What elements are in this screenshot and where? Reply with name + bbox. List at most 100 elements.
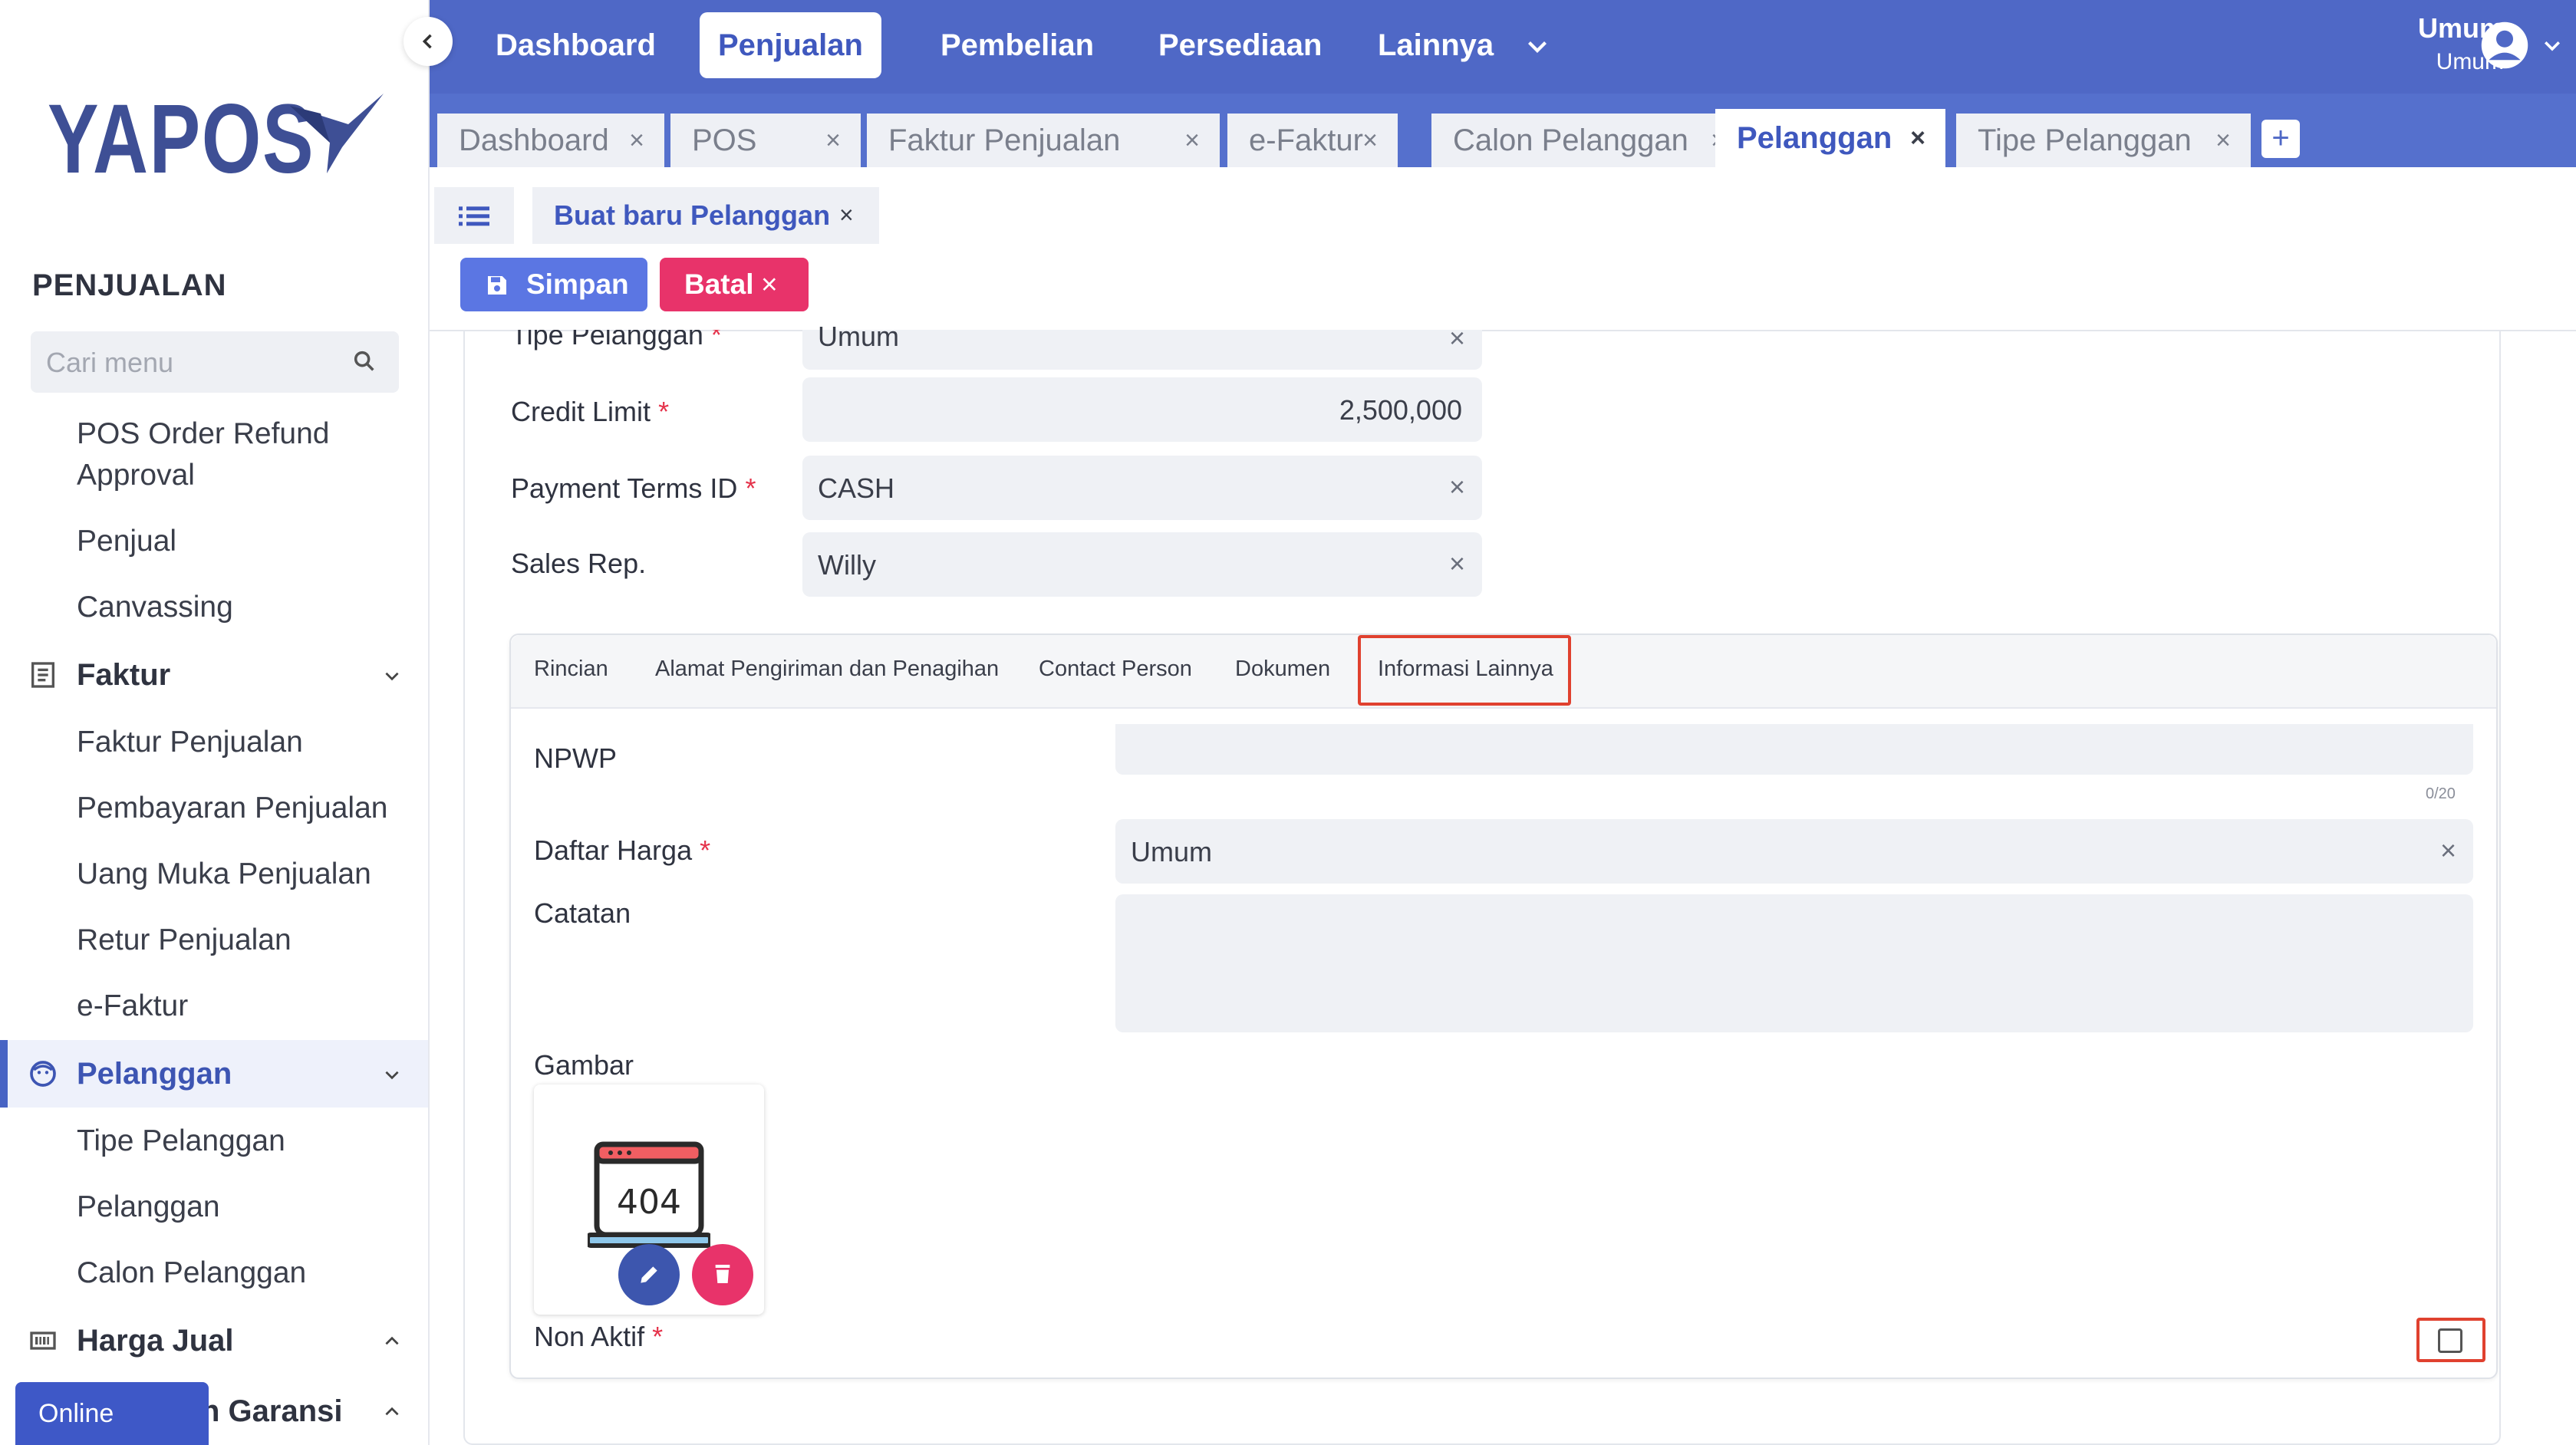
tab-tipe-pelanggan[interactable]: Tipe Pelanggan ×: [1956, 114, 2251, 167]
online-status-label: Online: [38, 1399, 114, 1428]
payment-terms-value: CASH: [818, 472, 895, 504]
collapse-sidebar-button[interactable]: [404, 17, 453, 66]
tab-label: Calon Pelanggan: [1453, 123, 1688, 157]
add-tab-button[interactable]: +: [2261, 120, 2300, 158]
receipt-icon: [31, 662, 54, 688]
detail-tabs: Rincian Alamat Pengiriman dan Penagihan …: [511, 635, 2496, 709]
close-icon[interactable]: ×: [2215, 114, 2231, 167]
tab-e-faktur[interactable]: e-Faktur ×: [1227, 114, 1398, 167]
catatan-textarea[interactable]: [1115, 894, 2473, 1032]
close-icon[interactable]: ×: [1910, 109, 1925, 167]
topnav-dashboard[interactable]: Dashboard: [477, 12, 674, 78]
topnav-lainnya[interactable]: Lainnya: [1359, 12, 1512, 78]
sidebar-group-label: Harga Jual: [77, 1324, 234, 1358]
list-icon: [459, 206, 489, 226]
chevron-down-icon: [385, 672, 399, 681]
sidebar-item-e-faktur[interactable]: e-Faktur: [77, 989, 414, 1023]
tab-calon-pelanggan[interactable]: Calon Pelanggan×: [1431, 114, 1746, 167]
tab-pos[interactable]: POS ×: [670, 114, 861, 167]
tab-dokumen[interactable]: Dokumen: [1235, 657, 1330, 682]
subtab-label: Buat baru Pelanggan: [554, 199, 831, 231]
sidebar-group-faktur[interactable]: Faktur: [0, 641, 428, 709]
topnav-penjualan[interactable]: Penjualan: [700, 12, 881, 78]
chevron-down-icon[interactable]: [1524, 32, 1551, 60]
search-icon: [354, 351, 374, 371]
tab-label: Dashboard: [459, 123, 609, 157]
clear-icon[interactable]: ×: [1449, 548, 1465, 580]
sidebar-item-canvassing[interactable]: Canvassing: [77, 591, 414, 624]
sidebar-search-input[interactable]: Cari menu: [31, 331, 399, 393]
delete-image-button[interactable]: [692, 1244, 753, 1305]
chevron-down-icon: [385, 1071, 399, 1080]
list-view-button[interactable]: [434, 187, 514, 244]
sidebar-item-faktur-penjualan[interactable]: Faktur Penjualan: [77, 726, 414, 759]
detail-tabs-panel: Rincian Alamat Pengiriman dan Penagihan …: [509, 634, 2498, 1379]
tab-label: Tipe Pelanggan: [1978, 123, 2192, 157]
tab-pelanggan[interactable]: Pelanggan ×: [1715, 109, 1945, 167]
active-tab-highlight: [1358, 635, 1571, 706]
tab-dashboard[interactable]: Dashboard ×: [437, 114, 664, 167]
non-aktif-checkbox-highlight[interactable]: [2416, 1318, 2485, 1362]
close-icon[interactable]: ×: [825, 114, 841, 167]
sales-rep-select[interactable]: Willy ×: [802, 532, 1482, 597]
sidebar-item-tipe-pelanggan[interactable]: Tipe Pelanggan: [77, 1124, 414, 1158]
online-status-badge[interactable]: Online: [15, 1382, 209, 1445]
tab-faktur-penjualan[interactable]: Faktur Penjualan ×: [867, 114, 1220, 167]
sidebar-item-retur-penjualan[interactable]: Retur Penjualan: [77, 923, 414, 957]
daftar-harga-label: Daftar Harga *: [534, 834, 711, 866]
user-avatar-icon[interactable]: [2479, 20, 2530, 71]
tab-label: POS: [692, 123, 757, 157]
tab-label: Pelanggan: [1737, 121, 1892, 155]
daftar-harga-value: Umum: [1131, 836, 1212, 867]
close-icon[interactable]: ×: [1184, 114, 1200, 167]
save-button[interactable]: Simpan: [460, 258, 647, 311]
chevron-down-icon[interactable]: [2541, 34, 2564, 57]
sidebar-item-pelanggan[interactable]: Pelanggan: [77, 1190, 414, 1224]
bird-logo-icon: [290, 94, 384, 173]
clear-icon[interactable]: ×: [1449, 322, 1465, 354]
sidebar-item-approval[interactable]: Approval: [77, 459, 414, 492]
close-icon[interactable]: ×: [1362, 114, 1378, 167]
topnav-pembelian[interactable]: Pembelian: [922, 12, 1112, 78]
clear-icon[interactable]: ×: [2440, 834, 2456, 867]
tab-alamat[interactable]: Alamat Pengiriman dan Penagihan: [655, 657, 999, 682]
clear-icon[interactable]: ×: [1449, 471, 1465, 503]
payment-terms-label: Payment Terms ID *: [511, 472, 756, 504]
non-aktif-checkbox[interactable]: [2438, 1328, 2462, 1353]
npwp-input[interactable]: [1115, 724, 2473, 775]
edit-image-button[interactable]: [618, 1244, 680, 1305]
image-upload-box[interactable]: 404: [534, 1085, 764, 1315]
pencil-icon: [641, 1266, 657, 1283]
credit-limit-label: Credit Limit *: [511, 396, 670, 427]
sidebar-group-pelanggan[interactable]: Pelanggan: [0, 1040, 428, 1108]
chevron-up-icon: [385, 1336, 399, 1345]
sidebar-item-pembayaran-penjualan[interactable]: Pembayaran Penjualan: [77, 792, 414, 825]
payment-terms-select[interactable]: CASH ×: [802, 456, 1482, 520]
tab-rincian[interactable]: Rincian: [534, 657, 608, 682]
close-icon[interactable]: ×: [839, 201, 854, 229]
brand-logo: YAPOS: [48, 84, 315, 194]
sidebar: YAPOS PENJUALAN Cari menu POS Order Refu…: [0, 0, 430, 1445]
trash-icon: [715, 1265, 730, 1283]
sidebar-item-penjual[interactable]: Penjual: [77, 525, 414, 558]
sidebar-group-label: Pelanggan: [77, 1057, 232, 1091]
tipe-pelanggan-select[interactable]: Umum ×: [802, 321, 1482, 370]
search-placeholder: Cari menu: [46, 347, 174, 378]
sidebar-item-calon-pelanggan[interactable]: Calon Pelanggan: [77, 1256, 414, 1290]
credit-limit-input[interactable]: 2,500,000: [802, 377, 1482, 442]
sidebar-group-harga-jual[interactable]: Harga Jual: [0, 1307, 428, 1374]
sidebar-item-pos-order-refund[interactable]: POS Order Refund: [77, 417, 414, 451]
sidebar-group-label: n Garansi: [201, 1394, 343, 1428]
cancel-button[interactable]: Batal ×: [660, 258, 809, 311]
daftar-harga-select[interactable]: Umum ×: [1115, 819, 2473, 884]
close-icon[interactable]: ×: [629, 114, 644, 167]
subtab-buat-baru-pelanggan[interactable]: Buat baru Pelanggan ×: [532, 187, 879, 244]
sidebar-group-label: Faktur: [77, 658, 171, 692]
tab-label: e-Faktur: [1249, 123, 1363, 157]
non-aktif-label: Non Aktif *: [534, 1321, 664, 1352]
sidebar-item-uang-muka-penjualan[interactable]: Uang Muka Penjualan: [77, 857, 414, 891]
chevron-up-icon: [385, 1407, 399, 1416]
catatan-label: Catatan: [534, 897, 631, 929]
topnav-persediaan[interactable]: Persediaan: [1140, 12, 1340, 78]
tab-contact-person[interactable]: Contact Person: [1039, 657, 1192, 682]
